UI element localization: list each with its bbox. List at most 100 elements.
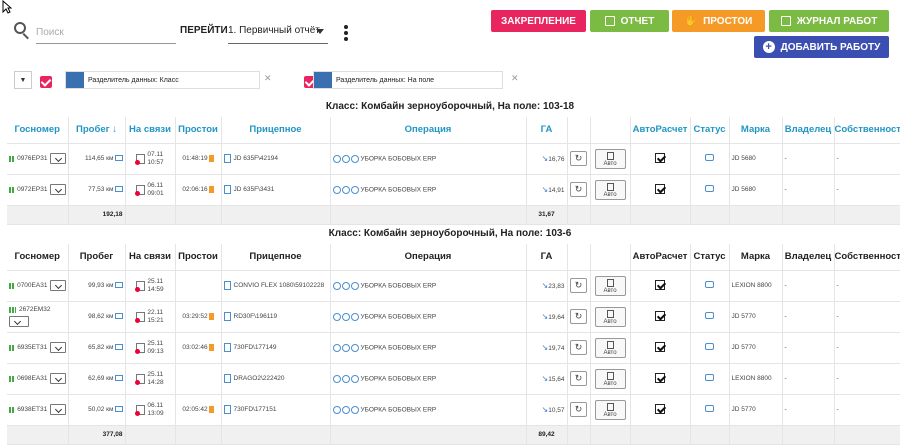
- idle-icon[interactable]: [208, 154, 214, 162]
- autocalc-checkbox[interactable]: [655, 152, 665, 163]
- edit-icon[interactable]: [341, 405, 350, 414]
- column-header[interactable]: Прицепное: [221, 244, 331, 271]
- autocalc-checkbox[interactable]: [655, 403, 665, 414]
- column-header[interactable]: Статус: [690, 244, 730, 271]
- filter-dropdown[interactable]: ▼: [14, 71, 32, 89]
- add-circle-icon[interactable]: [350, 312, 359, 321]
- column-header[interactable]: Простои: [175, 117, 222, 144]
- edit-icon[interactable]: [341, 185, 350, 194]
- edit-icon[interactable]: [341, 281, 350, 290]
- column-header[interactable]: Пробег: [68, 244, 126, 271]
- add-circle-icon[interactable]: [350, 374, 359, 383]
- report-button[interactable]: ОТЧЕТ: [590, 10, 669, 32]
- column-header[interactable]: Владелец: [782, 244, 835, 271]
- column-header[interactable]: ГА: [526, 117, 568, 144]
- remove-filter-icon[interactable]: ✕: [511, 73, 519, 84]
- tag-icon[interactable]: [705, 281, 714, 288]
- column-header[interactable]: На связи: [125, 244, 176, 271]
- column-header[interactable]: [590, 244, 631, 271]
- column-header[interactable]: АвтоРасчет: [630, 244, 691, 271]
- autocalc-checkbox[interactable]: [655, 279, 665, 290]
- map-icon[interactable]: [114, 155, 123, 162]
- column-header[interactable]: АвтоРасчет: [630, 117, 691, 144]
- column-header[interactable]: Собственность: [834, 117, 900, 144]
- tag-icon[interactable]: [705, 343, 714, 350]
- settings-icon[interactable]: [332, 185, 341, 194]
- column-header[interactable]: Пробег ↓: [68, 117, 126, 144]
- auto-button[interactable]: Авто: [594, 368, 626, 389]
- auto-button[interactable]: Авто: [594, 337, 626, 358]
- auto-button[interactable]: Авто: [594, 306, 626, 327]
- edit-icon[interactable]: [341, 154, 350, 163]
- map-icon[interactable]: [114, 375, 123, 382]
- refresh-icon[interactable]: ↻: [570, 309, 587, 324]
- map-icon[interactable]: [114, 282, 123, 289]
- column-header[interactable]: Операция: [330, 244, 527, 271]
- idle-icon[interactable]: [208, 185, 214, 193]
- add-circle-icon[interactable]: [350, 281, 359, 290]
- refresh-icon[interactable]: ↻: [570, 340, 587, 355]
- row-select[interactable]: [50, 184, 66, 195]
- tag-icon[interactable]: [705, 374, 714, 381]
- search-icon[interactable]: [14, 22, 32, 40]
- row-select[interactable]: [50, 404, 66, 415]
- refresh-icon[interactable]: ↻: [570, 182, 587, 197]
- search-input[interactable]: Поиск: [36, 20, 176, 44]
- map-icon[interactable]: [114, 186, 123, 193]
- refresh-icon[interactable]: ↻: [570, 402, 587, 417]
- column-header[interactable]: Госномер: [7, 117, 69, 144]
- add-circle-icon[interactable]: [350, 185, 359, 194]
- refresh-icon[interactable]: ↻: [570, 371, 587, 386]
- settings-icon[interactable]: [332, 312, 341, 321]
- downtime-button[interactable]: ✋ ПРОСТОИ: [672, 10, 765, 32]
- settings-icon[interactable]: [332, 154, 341, 163]
- column-header[interactable]: [567, 244, 591, 271]
- autocalc-checkbox[interactable]: [655, 372, 665, 383]
- idle-icon[interactable]: [208, 312, 214, 320]
- settings-icon[interactable]: [332, 343, 341, 352]
- go-button[interactable]: ПЕРЕЙТИ: [180, 25, 228, 36]
- tag-icon[interactable]: [705, 312, 714, 319]
- add-circle-icon[interactable]: [350, 343, 359, 352]
- work-journal-button[interactable]: ЖУРНАЛ РАБОТ: [769, 10, 889, 32]
- column-header[interactable]: Владелец: [782, 117, 835, 144]
- autocalc-checkbox[interactable]: [655, 310, 665, 321]
- map-icon[interactable]: [114, 313, 123, 320]
- column-header[interactable]: На связи: [125, 117, 176, 144]
- row-select[interactable]: [50, 153, 66, 164]
- row-select[interactable]: [50, 342, 66, 353]
- settings-icon[interactable]: [332, 281, 341, 290]
- map-icon[interactable]: [114, 406, 123, 413]
- zakreplenie-button[interactable]: ЗАКРЕПЛЕНИЕ: [491, 10, 586, 32]
- refresh-icon[interactable]: ↻: [570, 278, 587, 293]
- refresh-icon[interactable]: ↻: [570, 151, 587, 166]
- column-header[interactable]: Госномер: [7, 244, 69, 271]
- column-header[interactable]: Прицепное: [221, 117, 331, 144]
- autocalc-checkbox[interactable]: [655, 341, 665, 352]
- add-work-button[interactable]: + ДОБАВИТЬ РАБОТУ: [754, 36, 889, 58]
- autocalc-checkbox[interactable]: [655, 183, 665, 194]
- settings-icon[interactable]: [332, 374, 341, 383]
- row-select[interactable]: [50, 280, 66, 291]
- add-circle-icon[interactable]: [350, 154, 359, 163]
- column-header[interactable]: Марка: [729, 117, 783, 144]
- map-icon[interactable]: [114, 344, 123, 351]
- auto-button[interactable]: Авто: [594, 148, 626, 169]
- row-select[interactable]: [50, 373, 66, 384]
- filter1-checkbox[interactable]: [40, 76, 52, 88]
- column-header[interactable]: Простои: [175, 244, 222, 271]
- edit-icon[interactable]: [341, 374, 350, 383]
- column-header[interactable]: Статус: [690, 117, 730, 144]
- edit-icon[interactable]: [341, 343, 350, 352]
- column-header[interactable]: [567, 117, 591, 144]
- auto-button[interactable]: Авто: [594, 275, 626, 296]
- settings-icon[interactable]: [332, 405, 341, 414]
- row-select[interactable]: [9, 316, 29, 327]
- more-menu-icon[interactable]: [344, 25, 350, 45]
- idle-icon[interactable]: [208, 343, 214, 351]
- idle-icon[interactable]: [208, 405, 214, 413]
- auto-button[interactable]: Авто: [594, 179, 626, 200]
- column-header[interactable]: Собственность: [834, 244, 900, 271]
- tag-icon[interactable]: [705, 405, 714, 412]
- column-header[interactable]: ГА: [526, 244, 568, 271]
